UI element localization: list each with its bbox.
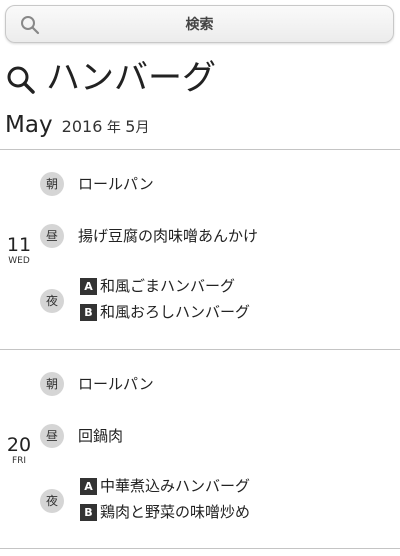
month-suffix: 月 — [135, 120, 150, 136]
divider — [0, 548, 400, 549]
month-number: 5 — [125, 117, 136, 136]
meal-badge: 朝 — [40, 372, 64, 396]
date-label: 20 FRI — [0, 435, 38, 466]
month-name-en: May — [5, 112, 53, 138]
option-tag: A — [80, 278, 97, 295]
day-row: 20 FRI 朝 ロールパン 昼 回鍋肉 夜 A 中華煮込みハンバーグ B 鶏肉と野… — [0, 350, 400, 548]
date-number: 11 — [6, 234, 32, 256]
dish-name: 中華煮込みハンバーグ — [100, 477, 251, 495]
weekday: WED — [8, 256, 30, 266]
dish-name: 和風おろしハンバーグ — [100, 303, 251, 321]
weekday: FRI — [11, 456, 27, 466]
month-header: May 2016 年 5月 — [5, 112, 149, 142]
dish-name: 鶏肉と野菜の味噌炒め — [100, 503, 251, 521]
month-name-ja: 2016 年 5月 — [61, 117, 150, 136]
search-term: ハンバーグ — [46, 58, 216, 98]
day-row: 11 WED 朝 ロールパン 昼 揚げ豆腐の肉味噌あんかけ 夜 A 和風ごまハンバ… — [0, 150, 400, 349]
option-tag: B — [80, 304, 97, 321]
dinner-option: B 鶏肉と野菜の味噌炒め — [80, 502, 250, 522]
dinner-option: A 和風ごまハンバーグ — [80, 276, 235, 296]
meal-badge: 朝 — [40, 172, 64, 196]
search-icon — [7, 66, 35, 94]
dinner-option: A 中華煮込みハンバーグ — [80, 476, 250, 496]
search-button[interactable]: 検索 — [5, 5, 394, 43]
year-suffix: 年 — [106, 120, 121, 136]
date-label: 11 WED — [0, 235, 38, 266]
dish-name: ロールパン — [78, 175, 154, 193]
dish-name: ロールパン — [78, 375, 154, 393]
option-tag: B — [80, 504, 97, 521]
meal-badge: 昼 — [40, 224, 64, 248]
meal-badge: 昼 — [40, 424, 64, 448]
dish-name: 揚げ豆腐の肉味噌あんかけ — [78, 227, 259, 245]
search-button-label: 検索 — [185, 17, 214, 33]
year: 2016 — [61, 117, 103, 136]
meal-badge: 夜 — [40, 489, 64, 513]
date-number: 20 — [6, 434, 32, 456]
dish-name: 和風ごまハンバーグ — [100, 277, 236, 295]
option-tag: A — [80, 478, 97, 495]
meal-badge: 夜 — [40, 289, 64, 313]
dish-name: 回鍋肉 — [78, 427, 124, 445]
dinner-option: B 和風おろしハンバーグ — [80, 302, 250, 322]
